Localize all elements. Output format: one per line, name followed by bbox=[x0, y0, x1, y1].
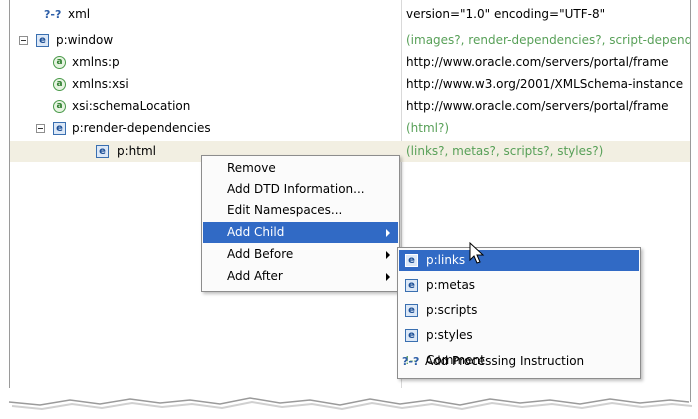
node-name: p:html bbox=[117, 144, 156, 158]
node-value[interactable]: http://www.oracle.com/servers/portal/fra… bbox=[406, 52, 690, 73]
submenu-arrow-icon bbox=[386, 273, 390, 281]
element-icon: e bbox=[53, 122, 66, 135]
node-name: xmlns:xsi bbox=[72, 77, 129, 91]
node-name: p:render-dependencies bbox=[72, 121, 211, 135]
node-name: xsi:schemaLocation bbox=[72, 99, 191, 113]
element-icon: e bbox=[405, 254, 418, 267]
submenu-item-p-metas[interactable]: e p:metas bbox=[399, 275, 639, 296]
tree-row-xml[interactable]: ?-? xml version="1.0" encoding="UTF-8" bbox=[10, 4, 690, 25]
attribute-icon: a bbox=[53, 100, 66, 113]
node-name: p:window bbox=[56, 33, 114, 47]
menu-item-add-before[interactable]: Add Before bbox=[203, 244, 398, 265]
collapse-toggle-icon[interactable] bbox=[19, 36, 28, 45]
node-content-model: (images?, render-dependencies?, script-d… bbox=[406, 33, 690, 47]
menu-item-add-dtd-information[interactable]: Add DTD Information... bbox=[203, 179, 398, 200]
menu-item-label: Add After bbox=[227, 269, 283, 283]
submenu-item-label: p:metas bbox=[426, 278, 476, 292]
tree-row-xsi-schemalocation[interactable]: a xsi:schemaLocation http://www.oracle.c… bbox=[10, 96, 690, 117]
submenu-arrow-icon bbox=[386, 229, 390, 237]
menu-item-label: Add DTD Information... bbox=[227, 182, 365, 196]
processing-instruction-icon: ?-? bbox=[44, 8, 62, 21]
mouse-pointer-icon bbox=[469, 242, 485, 264]
submenu-arrow-icon bbox=[386, 251, 390, 259]
tree-row-xmlns-xsi[interactable]: a xmlns:xsi http://www.w3.org/2001/XMLSc… bbox=[10, 74, 690, 95]
torn-edge-decoration bbox=[8, 388, 693, 411]
submenu-item-label: p:styles bbox=[426, 328, 473, 342]
element-icon: e bbox=[405, 279, 418, 292]
submenu-item-add-processing-instruction[interactable]: ?-? Add Processing Instruction bbox=[398, 351, 638, 372]
attribute-icon: a bbox=[53, 56, 66, 69]
menu-item-label: Edit Namespaces... bbox=[227, 203, 343, 217]
node-value[interactable]: version="1.0" encoding="UTF-8" bbox=[406, 4, 690, 25]
submenu-item-p-styles[interactable]: e p:styles bbox=[399, 325, 639, 346]
menu-item-label: Remove bbox=[227, 161, 276, 175]
node-name: xmlns:p bbox=[72, 55, 120, 69]
tree-row-p-window[interactable]: e p:window (images?, render-dependencies… bbox=[10, 30, 690, 51]
node-name: xml bbox=[68, 7, 91, 21]
menu-item-edit-namespaces[interactable]: Edit Namespaces... bbox=[203, 200, 398, 221]
element-icon: e bbox=[96, 145, 109, 158]
node-content-model: (html?) bbox=[406, 121, 450, 135]
submenu-item-p-links[interactable]: e p:links bbox=[399, 250, 639, 271]
menu-item-remove[interactable]: Remove bbox=[203, 158, 398, 179]
submenu-item-p-scripts[interactable]: e p:scripts bbox=[399, 300, 639, 321]
element-icon: e bbox=[405, 329, 418, 342]
tree-row-p-render-dependencies[interactable]: e p:render-dependencies (html?) bbox=[10, 118, 690, 139]
element-icon: e bbox=[405, 304, 418, 317]
node-value[interactable]: http://www.w3.org/2001/XMLSchema-instanc… bbox=[406, 74, 690, 95]
collapse-toggle-icon[interactable] bbox=[36, 124, 45, 133]
processing-instruction-icon: ?-? bbox=[402, 355, 420, 368]
menu-item-label: Add Child bbox=[227, 225, 285, 239]
menu-item-add-child[interactable]: Add Child bbox=[203, 222, 398, 243]
node-content-model: (links?, metas?, scripts?, styles?) bbox=[406, 144, 604, 158]
element-icon: e bbox=[36, 34, 49, 47]
menu-item-label: Add Before bbox=[227, 247, 294, 261]
attribute-icon: a bbox=[53, 78, 66, 91]
menu-item-add-after[interactable]: Add After bbox=[203, 266, 398, 287]
context-menu: Remove Add DTD Information... Edit Names… bbox=[201, 155, 400, 292]
submenu-item-label: p:scripts bbox=[426, 303, 478, 317]
submenu-item-label: p:links bbox=[426, 253, 466, 267]
node-value[interactable]: http://www.oracle.com/servers/portal/fra… bbox=[406, 96, 690, 117]
tree-row-xmlns-p[interactable]: a xmlns:p http://www.oracle.com/servers/… bbox=[10, 52, 690, 73]
submenu-item-label: Add Processing Instruction bbox=[425, 354, 585, 368]
